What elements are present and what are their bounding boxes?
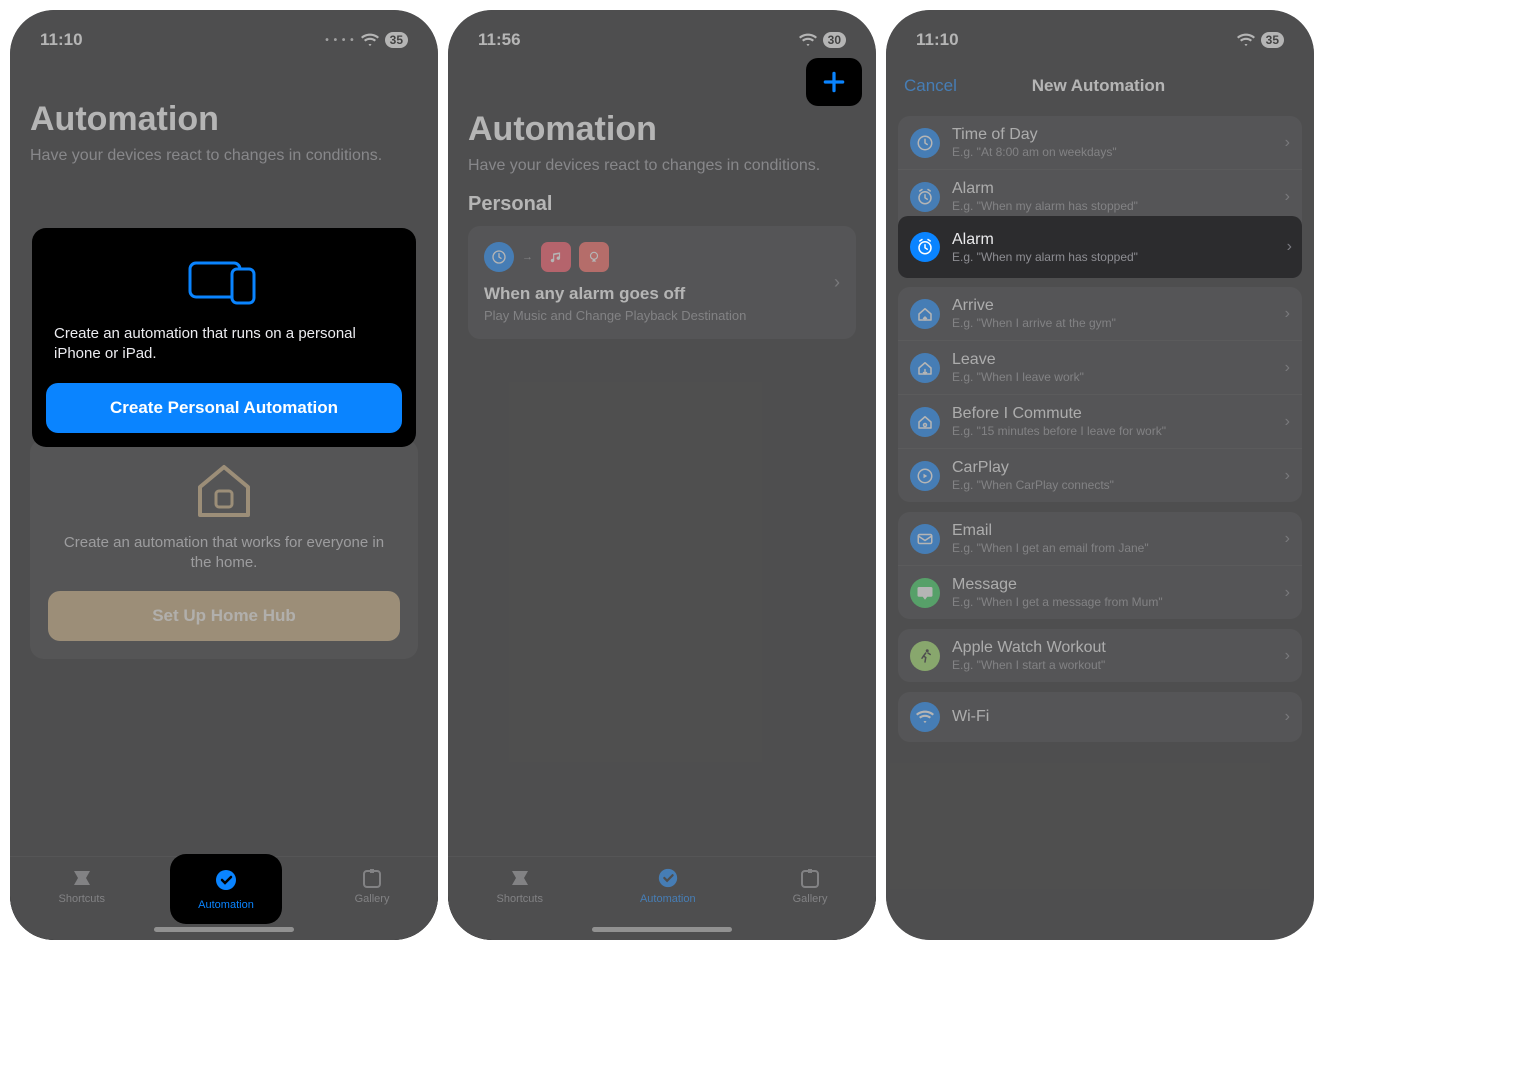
status-bar: 11:56 30 xyxy=(448,10,876,60)
clock-icon xyxy=(484,242,514,272)
status-bar: 11:10 • • • • 35 xyxy=(10,10,438,60)
tab-shortcuts[interactable]: Shortcuts xyxy=(59,867,105,905)
gallery-icon xyxy=(359,867,385,889)
battery-level: 35 xyxy=(1261,32,1284,48)
page-subtitle: Have your devices react to changes in co… xyxy=(468,155,856,177)
status-time: 11:56 xyxy=(478,30,521,50)
status-time: 11:10 xyxy=(40,30,83,50)
wifi-icon xyxy=(1237,33,1255,47)
battery-level: 35 xyxy=(385,32,408,48)
chevron-right-icon: › xyxy=(1285,305,1290,323)
cancel-button[interactable]: Cancel xyxy=(904,76,957,96)
trigger-group: Apple Watch WorkoutE.g. "When I start a … xyxy=(898,629,1302,682)
personal-card-text: Create an automation that runs on a pers… xyxy=(46,324,402,365)
chevron-right-icon: › xyxy=(1285,647,1290,665)
shortcuts-icon xyxy=(507,867,533,889)
section-personal: Personal xyxy=(468,193,856,216)
automation-icon xyxy=(655,867,681,889)
battery-level: 30 xyxy=(823,32,846,48)
airplay-icon xyxy=(579,242,609,272)
alarm-icon xyxy=(910,182,940,212)
create-personal-automation-button[interactable]: Create Personal Automation xyxy=(46,383,402,433)
trigger-group: ArriveE.g. "When I arrive at the gym"›Le… xyxy=(898,287,1302,502)
home-card-text: Create an automation that works for ever… xyxy=(48,533,400,574)
trigger-group: EmailE.g. "When I get an email from Jane… xyxy=(898,512,1302,619)
setup-home-hub-button[interactable]: Set Up Home Hub xyxy=(48,591,400,641)
automation-subtitle: Play Music and Change Playback Destinati… xyxy=(484,308,834,323)
chevron-right-icon: › xyxy=(1285,467,1290,485)
home-indicator xyxy=(592,927,732,932)
trigger-list: Time of DayE.g. "At 8:00 am on weekdays"… xyxy=(886,116,1314,742)
chevron-right-icon: › xyxy=(1287,238,1292,256)
trigger-row-arrive[interactable]: ArriveE.g. "When I arrive at the gym"› xyxy=(898,287,1302,340)
home-indicator xyxy=(154,927,294,932)
arrow-icon: → xyxy=(522,251,533,263)
screenshot-1-automation-empty: 11:10 • • • • 35 Automation Have your de… xyxy=(10,10,438,940)
trigger-row-time-of-day[interactable]: Time of DayE.g. "At 8:00 am on weekdays"… xyxy=(898,116,1302,169)
house-out-icon xyxy=(910,353,940,383)
carplay-icon xyxy=(910,461,940,491)
shortcuts-icon xyxy=(69,867,95,889)
alarm-icon xyxy=(910,232,940,262)
trigger-row-apple-watch-workout[interactable]: Apple Watch WorkoutE.g. "When I start a … xyxy=(898,629,1302,682)
personal-automation-card: Create an automation that runs on a pers… xyxy=(32,228,416,447)
tab-gallery[interactable]: Gallery xyxy=(355,867,390,905)
tab-automation[interactable]: Automation xyxy=(640,867,696,905)
modal-nav: Cancel New Automation xyxy=(886,60,1314,106)
home-icon xyxy=(184,463,264,519)
chevron-right-icon: › xyxy=(1285,134,1290,152)
commute-icon xyxy=(910,407,940,437)
runner-icon xyxy=(910,641,940,671)
trigger-row-alarm[interactable]: AlarmE.g. "When my alarm has stopped"› xyxy=(898,169,1302,223)
chevron-right-icon: › xyxy=(834,272,840,293)
automation-title: When any alarm goes off xyxy=(484,284,834,304)
devices-icon xyxy=(184,254,264,310)
tab-shortcuts[interactable]: Shortcuts xyxy=(497,867,543,905)
status-bar: 11:10 35 xyxy=(886,10,1314,60)
automation-row-alarm[interactable]: → When any alarm goes off Play Music and… xyxy=(468,226,856,339)
trigger-row-wi-fi[interactable]: Wi-Fi› xyxy=(898,692,1302,742)
music-icon xyxy=(541,242,571,272)
home-automation-card: Create an automation that works for ever… xyxy=(30,439,418,660)
clock-icon xyxy=(910,128,940,158)
page-title: Automation xyxy=(30,100,418,139)
chevron-right-icon: › xyxy=(1285,359,1290,377)
automation-icon xyxy=(213,868,239,895)
trigger-row-email[interactable]: EmailE.g. "When I get an email from Jane… xyxy=(898,512,1302,565)
mail-icon xyxy=(910,524,940,554)
chevron-right-icon: › xyxy=(1285,708,1290,726)
page-title: Automation xyxy=(468,110,856,149)
screenshot-3-new-automation: 11:10 35 Cancel New Automation Time of D… xyxy=(886,10,1314,940)
signal-dots: • • • • xyxy=(325,35,354,46)
house-in-icon xyxy=(910,299,940,329)
chevron-right-icon: › xyxy=(1285,188,1290,206)
wifi-icon xyxy=(910,702,940,732)
chevron-right-icon: › xyxy=(1285,584,1290,602)
chevron-right-icon: › xyxy=(1285,530,1290,548)
page-subtitle: Have your devices react to changes in co… xyxy=(30,145,418,167)
screenshot-2-automation-list: 11:56 30 Automation Have your devices re… xyxy=(448,10,876,940)
wifi-icon xyxy=(799,33,817,47)
status-time: 11:10 xyxy=(916,30,959,50)
trigger-row-before-i-commute[interactable]: Before I CommuteE.g. "15 minutes before … xyxy=(898,394,1302,448)
add-automation-button[interactable] xyxy=(806,58,862,106)
chevron-right-icon: › xyxy=(1285,413,1290,431)
trigger-row-leave[interactable]: LeaveE.g. "When I leave work"› xyxy=(898,340,1302,394)
trigger-row-alarm[interactable]: Alarm E.g. "When my alarm has stopped" › xyxy=(898,216,1302,278)
gallery-icon xyxy=(797,867,823,889)
trigger-row-message[interactable]: MessageE.g. "When I get a message from M… xyxy=(898,565,1302,619)
chat-icon xyxy=(910,578,940,608)
tab-automation-highlight[interactable]: Automation xyxy=(170,854,282,924)
trigger-group: Wi-Fi› xyxy=(898,692,1302,742)
modal-title: New Automation xyxy=(1032,76,1165,96)
tab-gallery[interactable]: Gallery xyxy=(793,867,828,905)
trigger-row-carplay[interactable]: CarPlayE.g. "When CarPlay connects"› xyxy=(898,448,1302,502)
wifi-icon xyxy=(361,33,379,47)
